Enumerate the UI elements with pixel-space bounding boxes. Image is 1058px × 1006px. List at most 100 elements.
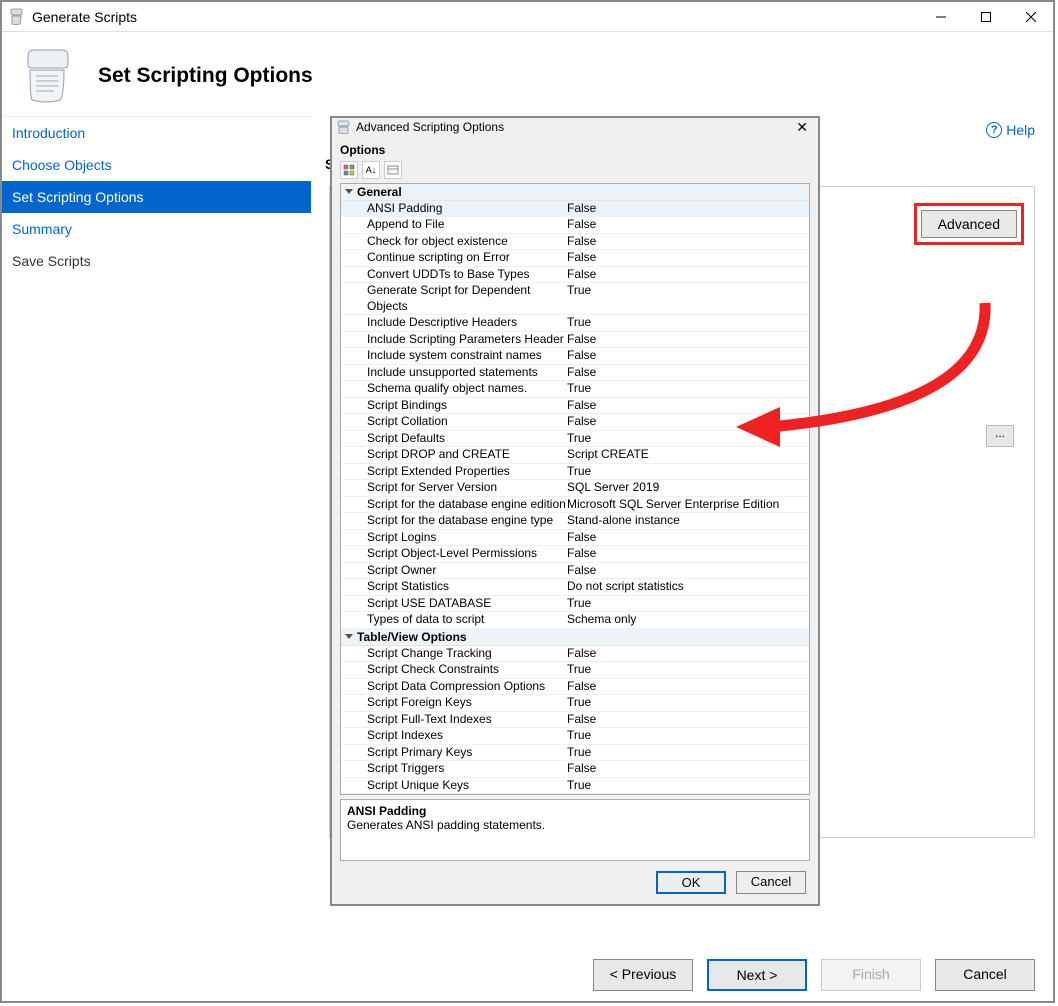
browse-button[interactable]: ... xyxy=(986,425,1014,447)
property-row[interactable]: Script for the database engine editionMi… xyxy=(341,497,809,514)
property-value[interactable]: False xyxy=(567,217,809,233)
dialog-cancel-button[interactable]: Cancel xyxy=(736,871,806,894)
property-pages-button[interactable] xyxy=(384,161,402,179)
close-button[interactable] xyxy=(1008,2,1053,32)
property-value[interactable]: False xyxy=(567,712,809,728)
property-value[interactable]: False xyxy=(567,332,809,348)
property-row[interactable]: Script Unique KeysTrue xyxy=(341,778,809,795)
property-value[interactable]: False xyxy=(567,530,809,546)
property-row[interactable]: Check for object existenceFalse xyxy=(341,234,809,251)
property-value[interactable]: False xyxy=(567,348,809,364)
advanced-highlight: Advanced xyxy=(914,203,1024,245)
property-name: Script Triggers xyxy=(367,761,567,777)
property-value[interactable]: Stand-alone instance xyxy=(567,513,809,529)
property-row[interactable]: Script LoginsFalse xyxy=(341,530,809,547)
property-value[interactable]: False xyxy=(567,563,809,579)
property-value[interactable]: False xyxy=(567,201,809,217)
property-value[interactable]: False xyxy=(567,414,809,430)
alphabetical-button[interactable]: A↓ xyxy=(362,161,380,179)
property-value[interactable]: True xyxy=(567,381,809,397)
property-row[interactable]: Script Change TrackingFalse xyxy=(341,646,809,663)
property-value[interactable]: False xyxy=(567,761,809,777)
property-value[interactable]: False xyxy=(567,267,809,283)
property-value[interactable]: Schema only xyxy=(567,612,809,628)
previous-button[interactable]: < Previous xyxy=(593,959,693,991)
sidebar-item-save-scripts[interactable]: Save Scripts xyxy=(2,245,311,277)
next-button[interactable]: Next > xyxy=(707,959,807,991)
property-row[interactable]: Script DefaultsTrue xyxy=(341,431,809,448)
category-row[interactable]: General xyxy=(341,184,809,201)
property-value[interactable]: True xyxy=(567,283,809,314)
property-row[interactable]: Script Foreign KeysTrue xyxy=(341,695,809,712)
property-row[interactable]: Script Extended PropertiesTrue xyxy=(341,464,809,481)
property-value[interactable]: False xyxy=(567,679,809,695)
property-value[interactable]: True xyxy=(567,695,809,711)
sidebar-item-choose-objects[interactable]: Choose Objects xyxy=(2,149,311,181)
property-row[interactable]: Script Object-Level PermissionsFalse xyxy=(341,546,809,563)
property-row[interactable]: Script OwnerFalse xyxy=(341,563,809,580)
property-row[interactable]: Types of data to scriptSchema only xyxy=(341,612,809,629)
property-row[interactable]: Script Data Compression OptionsFalse xyxy=(341,679,809,696)
property-row[interactable]: Script Primary KeysTrue xyxy=(341,745,809,762)
property-value[interactable]: True xyxy=(567,745,809,761)
sidebar-item-introduction[interactable]: Introduction xyxy=(2,117,311,149)
categorized-button[interactable] xyxy=(340,161,358,179)
property-value[interactable]: True xyxy=(567,728,809,744)
property-row[interactable]: Include Scripting Parameters HeaderFalse xyxy=(341,332,809,349)
minimize-button[interactable] xyxy=(918,2,963,32)
property-value[interactable]: True xyxy=(567,662,809,678)
property-value[interactable]: True xyxy=(567,431,809,447)
property-row[interactable]: Script IndexesTrue xyxy=(341,728,809,745)
property-value[interactable]: False xyxy=(567,250,809,266)
property-row[interactable]: Script CollationFalse xyxy=(341,414,809,431)
property-value[interactable]: True xyxy=(567,464,809,480)
wizard-header: Set Scripting Options xyxy=(2,32,1053,116)
sidebar-item-set-scripting-options[interactable]: Set Scripting Options xyxy=(2,181,311,213)
cancel-button[interactable]: Cancel xyxy=(935,959,1035,991)
property-row[interactable]: Script Full-Text IndexesFalse xyxy=(341,712,809,729)
property-value[interactable]: False xyxy=(567,646,809,662)
property-name: Script Change Tracking xyxy=(367,646,567,662)
property-name: Script Statistics xyxy=(367,579,567,595)
property-row[interactable]: ANSI PaddingFalse xyxy=(341,201,809,218)
property-name: Script Data Compression Options xyxy=(367,679,567,695)
property-row[interactable]: Script StatisticsDo not script statistic… xyxy=(341,579,809,596)
property-row[interactable]: Include unsupported statementsFalse xyxy=(341,365,809,382)
property-row[interactable]: Script BindingsFalse xyxy=(341,398,809,415)
property-row[interactable]: Include system constraint namesFalse xyxy=(341,348,809,365)
property-grid[interactable]: GeneralANSI PaddingFalseAppend to FileFa… xyxy=(340,183,810,796)
property-value[interactable]: True xyxy=(567,596,809,612)
property-row[interactable]: Generate Script for Dependent ObjectsTru… xyxy=(341,283,809,315)
property-value[interactable]: True xyxy=(567,315,809,331)
property-value[interactable]: Microsoft SQL Server Enterprise Edition xyxy=(567,497,809,513)
property-row[interactable]: Script USE DATABASETrue xyxy=(341,596,809,613)
property-row[interactable]: Script TriggersFalse xyxy=(341,761,809,778)
property-row[interactable]: Script Check ConstraintsTrue xyxy=(341,662,809,679)
category-row[interactable]: Table/View Options xyxy=(341,629,809,646)
property-row[interactable]: Script for the database engine typeStand… xyxy=(341,513,809,530)
advanced-button[interactable]: Advanced xyxy=(921,210,1017,238)
property-name: ANSI Padding xyxy=(367,201,567,217)
ok-button[interactable]: OK xyxy=(656,871,726,894)
description-title: ANSI Padding xyxy=(347,804,803,818)
dialog-close-button[interactable]: ✕ xyxy=(790,119,814,136)
property-row[interactable]: Include Descriptive HeadersTrue xyxy=(341,315,809,332)
property-row[interactable]: Script DROP and CREATEScript CREATE xyxy=(341,447,809,464)
description-text: Generates ANSI padding statements. xyxy=(347,818,803,832)
property-value[interactable]: False xyxy=(567,546,809,562)
property-value[interactable]: True xyxy=(567,778,809,794)
property-value[interactable]: False xyxy=(567,365,809,381)
property-row[interactable]: Append to FileFalse xyxy=(341,217,809,234)
sidebar-item-summary[interactable]: Summary xyxy=(2,213,311,245)
maximize-button[interactable] xyxy=(963,2,1008,32)
property-value[interactable]: SQL Server 2019 xyxy=(567,480,809,496)
property-row[interactable]: Schema qualify object names.True xyxy=(341,381,809,398)
property-row[interactable]: Script for Server VersionSQL Server 2019 xyxy=(341,480,809,497)
property-value[interactable]: Script CREATE xyxy=(567,447,809,463)
property-value[interactable]: Do not script statistics xyxy=(567,579,809,595)
property-row[interactable]: Convert UDDTs to Base TypesFalse xyxy=(341,267,809,284)
property-row[interactable]: Continue scripting on ErrorFalse xyxy=(341,250,809,267)
help-link[interactable]: ? Help xyxy=(986,122,1035,138)
property-value[interactable]: False xyxy=(567,398,809,414)
property-value[interactable]: False xyxy=(567,234,809,250)
